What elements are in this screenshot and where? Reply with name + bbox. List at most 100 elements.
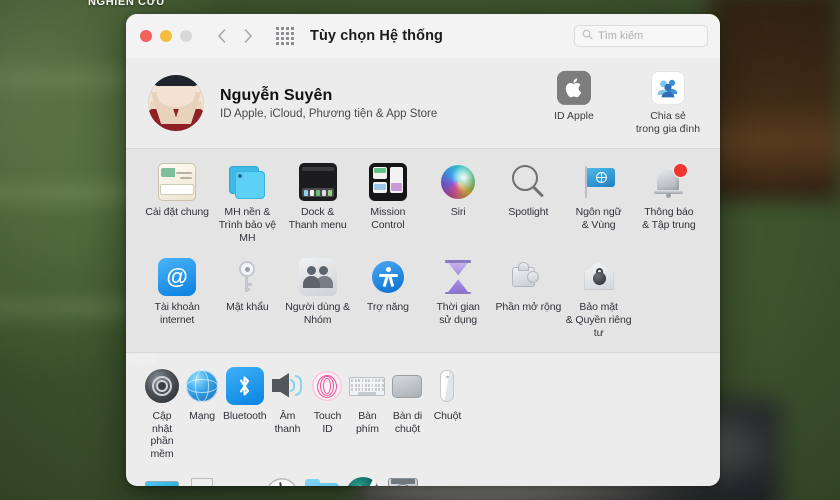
family-sharing-shortcut-label: Chia sẻ trong gia đình	[630, 110, 706, 135]
time-machine-icon	[344, 475, 382, 486]
pref-item-passwords[interactable]: Mật khẩu	[212, 254, 282, 349]
pref-label: Mạng	[189, 409, 215, 422]
pref-item-accessibility[interactable]: Trợ năng	[353, 254, 423, 349]
pref-item-displays[interactable]: Màn hình	[142, 471, 182, 486]
apple-logo-icon	[557, 70, 591, 105]
preferences-panel-hardware: Cập nhật phần mềm Mạng Bluetooth Âm than…	[126, 352, 461, 486]
pref-label: MH nền & Trình bảo vệ MH	[218, 206, 277, 244]
spotlight-icon	[509, 163, 547, 201]
trackpad-icon	[388, 367, 426, 405]
pref-item-mouse[interactable]: Chuột	[427, 363, 467, 471]
pref-label: Ngôn ngữ & Vùng	[575, 206, 622, 231]
account-shortcuts: ID Apple Chia sẻ trong gia đình	[536, 70, 706, 135]
pref-label: Thời gian sử dụng	[436, 301, 480, 327]
pref-item-sound[interactable]: Âm thanh	[267, 363, 307, 471]
pref-label: Bàn di chuột	[392, 409, 423, 435]
avatar[interactable]	[148, 75, 204, 131]
pref-label: Tài khoản internet	[154, 301, 200, 327]
pref-item-security-privacy[interactable]: Bảo mật & Quyền riêng tư	[564, 254, 634, 349]
close-button[interactable]	[140, 30, 152, 42]
preferences-row: Cài đặt chung MH nền & Trình bảo vệ MH D…	[142, 159, 704, 254]
pref-label: Bàn phím	[355, 409, 379, 435]
account-text: Nguyễn Suyên ID Apple, iCloud, Phương ti…	[220, 87, 437, 120]
pref-label: Bảo mật & Quyền riêng tư	[565, 301, 632, 339]
security-privacy-icon	[580, 258, 618, 296]
apple-id-shortcut-label: ID Apple	[554, 109, 594, 122]
pref-item-battery[interactable]: Pin	[222, 471, 262, 486]
users-groups-icon	[298, 258, 337, 297]
system-preferences-window: Tùy chọn Hệ thống Nguyễn Suyên ID Apple,…	[126, 14, 720, 486]
pref-item-software-update[interactable]: Cập nhật phần mềm	[142, 363, 182, 471]
display-icon	[143, 475, 181, 486]
watermark-text: NGHIÊN CỨU	[88, 0, 165, 8]
pref-item-startup-disk[interactable]: Ổ đĩa Khởi động	[383, 471, 423, 486]
printer-scanner-icon	[183, 475, 221, 486]
account-subtitle: ID Apple, iCloud, Phương tiện & App Stor…	[220, 107, 438, 120]
pref-item-users-groups[interactable]: Người dùng & Nhóm	[283, 254, 353, 349]
pref-item-spacer	[634, 254, 704, 349]
siri-icon	[439, 163, 477, 201]
pref-label: Siri	[450, 206, 466, 218]
pref-label: Phần mở rộng	[495, 301, 562, 314]
pref-item-siri[interactable]: Siri	[423, 159, 493, 254]
pref-label: Mật khẩu	[226, 301, 269, 314]
pref-item-sharing[interactable]: Chia sẻ	[302, 471, 342, 486]
forward-button[interactable]	[238, 25, 258, 47]
pref-label: Touch ID	[313, 409, 342, 435]
accessibility-icon	[369, 258, 407, 296]
extensions-puzzle-icon	[509, 258, 547, 296]
date-time-clock-icon: 17	[263, 475, 301, 486]
pref-item-keyboard[interactable]: Bàn phím	[347, 363, 387, 471]
touch-id-fingerprint-icon	[308, 367, 346, 405]
pref-label: Âm thanh	[274, 409, 301, 435]
pref-label: Dock & Thanh menu	[288, 206, 347, 231]
battery-icon	[223, 475, 261, 486]
navigation-buttons	[212, 25, 258, 47]
zoom-button[interactable]	[180, 30, 192, 42]
pref-item-date-time[interactable]: 17 Ngày & Giờ	[262, 471, 302, 486]
software-update-icon	[143, 367, 181, 405]
pref-item-internet-accounts[interactable]: @ Tài khoản internet	[142, 254, 212, 349]
pref-item-general[interactable]: Cài đặt chung	[142, 159, 212, 254]
search-field[interactable]	[574, 25, 708, 47]
family-sharing-label-line1: Chia sẻ	[650, 109, 686, 122]
pref-item-screen-time[interactable]: Thời gian sử dụng	[423, 254, 493, 349]
general-settings-icon	[158, 163, 197, 201]
back-button[interactable]	[212, 25, 232, 47]
show-all-grid-icon[interactable]	[276, 27, 294, 45]
pref-item-spotlight[interactable]: Spotlight	[493, 159, 563, 254]
pref-item-spacer	[423, 471, 425, 486]
network-globe-icon	[183, 367, 221, 405]
keyboard-icon	[348, 367, 386, 405]
apple-id-shortcut[interactable]: ID Apple	[536, 70, 612, 123]
pref-item-wallpaper[interactable]: MH nền & Trình bảo vệ MH	[212, 159, 282, 254]
apple-id-account-row[interactable]: Nguyễn Suyên ID Apple, iCloud, Phương ti…	[126, 58, 720, 148]
family-sharing-icon	[651, 70, 685, 105]
search-input[interactable]	[598, 30, 700, 42]
minimize-button[interactable]	[160, 30, 172, 42]
family-sharing-shortcut[interactable]: Chia sẻ trong gia đình	[630, 70, 706, 135]
passwords-key-icon	[228, 258, 266, 296]
internet-accounts-icon: @	[158, 258, 197, 297]
preferences-row: @ Tài khoản internet Mật khẩu Người dùng…	[142, 254, 704, 349]
pref-item-bluetooth[interactable]: Bluetooth	[222, 363, 267, 471]
notifications-icon	[650, 163, 688, 201]
section-divider	[126, 351, 720, 353]
page-title: Tùy chọn Hệ thống	[310, 28, 443, 44]
sound-speaker-icon	[268, 367, 306, 405]
pref-item-time-machine[interactable]: Time Machine	[342, 471, 383, 486]
sharing-folder-icon	[303, 475, 341, 486]
pref-item-notifications[interactable]: Thông báo & Tập trung	[634, 159, 704, 254]
pref-item-language-region[interactable]: Ngôn ngữ & Vùng	[564, 159, 634, 254]
notification-badge	[673, 164, 687, 177]
pref-item-network[interactable]: Mạng	[182, 363, 222, 471]
pref-item-trackpad[interactable]: Bàn di chuột	[387, 363, 427, 471]
pref-label: Spotlight	[508, 206, 549, 218]
dock-menubar-icon	[298, 163, 337, 201]
pref-item-extensions[interactable]: Phần mở rộng	[493, 254, 563, 349]
pref-label: Chuột	[433, 409, 462, 422]
pref-item-touch-id[interactable]: Touch ID	[307, 363, 347, 471]
pref-item-dock[interactable]: Dock & Thanh menu	[283, 159, 353, 254]
pref-item-mission-control[interactable]: Mission Control	[353, 159, 423, 254]
pref-item-printers-scanners[interactable]: Máy in & Máy quét	[182, 471, 222, 486]
